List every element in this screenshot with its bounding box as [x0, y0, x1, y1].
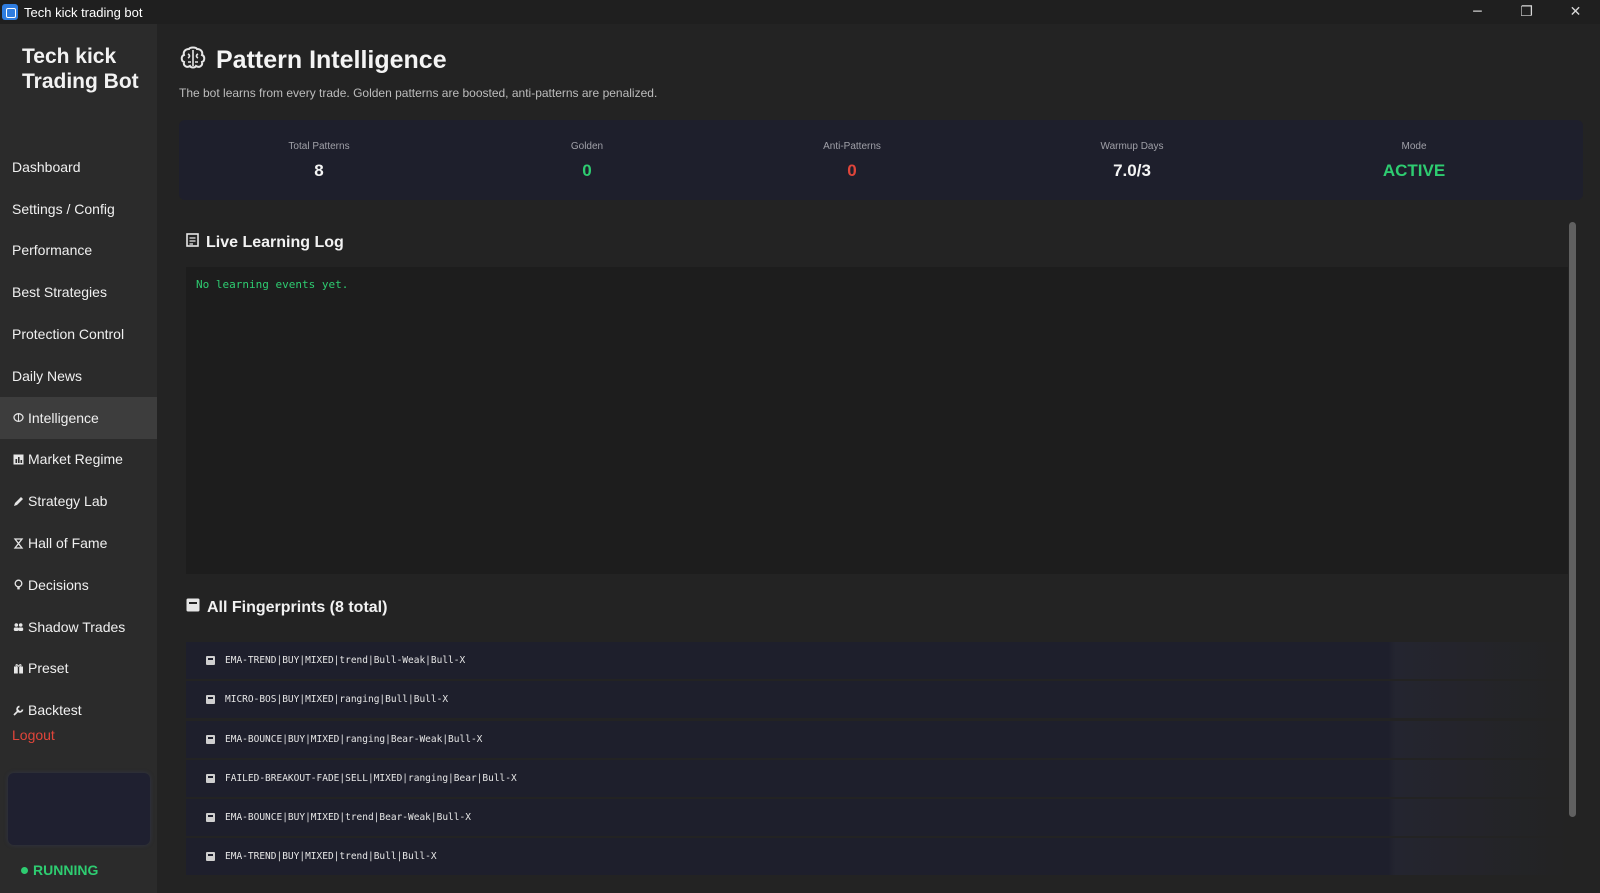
window-controls: ─ ❐ ✕ [1453, 0, 1600, 24]
stat-label: Warmup Days [1100, 141, 1164, 152]
users-icon [12, 621, 24, 633]
stat-label: Anti-Patterns [823, 141, 881, 152]
sidebar-item-market-regime[interactable]: Market Regime [0, 439, 157, 481]
sidebar-item-label: Backtest [28, 702, 82, 719]
fingerprint-row[interactable]: EMA-TREND|BUY|MIXED|trend|Bull-Weak|Bull… [186, 642, 1568, 679]
sidebar-item-label: Shadow Trades [28, 618, 126, 635]
logout-link[interactable]: Logout [12, 727, 55, 743]
learning-log-title: Live Learning Log [206, 233, 344, 251]
stat-value: 0 [582, 161, 592, 180]
brain-icon [179, 44, 207, 77]
page-subtitle: The bot learns from every trade. Golden … [179, 86, 658, 100]
sidebar-item-label: Decisions [28, 576, 89, 593]
sidebar-item-hall-of-fame[interactable]: Hall of Fame [0, 522, 157, 564]
fingerprints-list: EMA-TREND|BUY|MIXED|trend|Bull-Weak|Bull… [186, 642, 1568, 878]
archive-icon [186, 598, 200, 617]
app-icon [2, 4, 18, 20]
main-content: Pattern Intelligence The bot learns from… [157, 24, 1600, 893]
stat-value: 7.0/3 [1113, 161, 1151, 180]
fingerprint-icon [206, 813, 215, 823]
fingerprint-icon [206, 656, 215, 665]
stat-value: 0 [847, 161, 857, 180]
wrench-icon [12, 704, 24, 716]
restore-button[interactable]: ❐ [1502, 0, 1551, 24]
sidebar-item-dashboard[interactable]: Dashboard [0, 146, 157, 188]
sidebar-item-settings-config[interactable]: Settings / Config [0, 188, 157, 230]
minimize-button[interactable]: ─ [1453, 0, 1502, 24]
fingerprint-row[interactable]: EMA-TREND|BUY|MIXED|trend|Bull|Bull-X [186, 838, 1568, 876]
sidebar-nav: Dashboard Settings / Config Performance Bes… [0, 146, 157, 731]
brain-icon [12, 412, 24, 424]
stat-value: 8 [314, 161, 324, 180]
fingerprint-text: FAILED-BREAKOUT-FADE|SELL|MIXED|ranging|… [225, 772, 517, 784]
brand-title: Tech kick Trading Bot [22, 45, 139, 93]
close-button[interactable]: ✕ [1551, 0, 1600, 24]
stat-label: Golden [570, 141, 604, 152]
learning-log-panel: No learning events yet. [186, 267, 1568, 574]
sidebar-item-performance[interactable]: Performance [0, 230, 157, 272]
fingerprints-header: All Fingerprints (8 total) [186, 598, 387, 617]
sidebar-item-protection-control[interactable]: Protection Control [0, 313, 157, 355]
fingerprint-icon [206, 852, 215, 862]
sidebar-item-label: Settings / Config [12, 200, 115, 217]
fingerprint-row[interactable]: MICRO-BOS|BUY|MIXED|ranging|Bull|Bull-X [186, 681, 1568, 719]
status-card [8, 773, 150, 845]
scrollbar-thumb[interactable] [1569, 222, 1576, 817]
stats-panel: Total Patterns 8 Golden 0 Anti-Patterns 0 Warm… [179, 120, 1583, 200]
sidebar-item-label: Performance [12, 242, 93, 259]
sidebar-item-daily-news[interactable]: Daily News [0, 355, 157, 397]
learning-log-empty-text: No learning events yet. [196, 278, 349, 291]
sidebar-item-label: Protection Control [12, 326, 125, 343]
page-title: Pattern Intelligence [216, 46, 447, 74]
sidebar: Tech kick Trading Bot Dashboard Settings … [0, 24, 157, 893]
log-icon [186, 233, 199, 252]
fingerprint-text: EMA-BOUNCE|BUY|MIXED|ranging|Bear-Weak|B… [225, 733, 483, 745]
fingerprint-row[interactable]: FAILED-BREAKOUT-FADE|SELL|MIXED|ranging|… [186, 759, 1568, 797]
window-title: Tech kick trading bot [24, 4, 143, 20]
title-bar: Tech kick trading bot ─ ❐ ✕ [0, 0, 1600, 24]
fingerprint-row[interactable]: EMA-BOUNCE|BUY|MIXED|ranging|Bear-Weak|B… [186, 720, 1568, 758]
sidebar-item-shadow-trades[interactable]: Shadow Trades [0, 606, 157, 648]
stat-value: ACTIVE [1382, 161, 1446, 180]
bar-chart-icon [12, 453, 24, 465]
fingerprint-icon [206, 734, 215, 744]
sidebar-item-strategy-lab[interactable]: Strategy Lab [0, 480, 157, 522]
sidebar-item-label: Preset [28, 660, 69, 677]
sidebar-item-label: Dashboard [12, 158, 81, 175]
sidebar-item-label: Intelligence [28, 409, 99, 426]
running-label: RUNNING [33, 862, 99, 878]
sidebar-item-label: Hall of Fame [28, 535, 108, 552]
stat-label: Total Patterns [288, 141, 350, 152]
bulb-icon [12, 579, 24, 591]
fingerprint-icon [206, 695, 215, 705]
fingerprint-icon [206, 773, 215, 783]
fingerprint-text: EMA-TREND|BUY|MIXED|trend|Bull|Bull-X [225, 851, 437, 863]
status-dot-icon [21, 866, 28, 874]
sidebar-item-label: Strategy Lab [28, 493, 108, 510]
learning-log-header: Live Learning Log [186, 233, 344, 252]
stat-label: Mode [1401, 141, 1427, 152]
sidebar-item-label: Market Regime [28, 451, 123, 468]
sidebar-item-decisions[interactable]: Decisions [0, 564, 157, 606]
fingerprint-text: EMA-BOUNCE|BUY|MIXED|trend|Bear-Weak|Bul… [225, 812, 471, 824]
fingerprint-row[interactable]: EMA-BOUNCE|BUY|MIXED|trend|Bear-Weak|Bul… [186, 799, 1568, 837]
hourglass-icon [12, 537, 24, 549]
sidebar-item-label: Daily News [12, 367, 83, 384]
gift-icon [12, 662, 24, 674]
sidebar-item-preset[interactable]: Preset [0, 648, 157, 690]
sidebar-item-intelligence[interactable]: Intelligence [0, 396, 157, 439]
pencil-icon [12, 495, 24, 507]
page-header: Pattern Intelligence [179, 44, 447, 77]
sidebar-item-backtest[interactable]: Backtest [0, 689, 157, 731]
running-status: RUNNING [21, 862, 98, 878]
sidebar-item-label: Best Strategies [12, 284, 107, 301]
fingerprint-text: MICRO-BOS|BUY|MIXED|ranging|Bull|Bull-X [225, 694, 449, 706]
fingerprints-title: All Fingerprints (8 total) [207, 598, 388, 616]
fingerprint-text: EMA-TREND|BUY|MIXED|trend|Bull-Weak|Bull… [225, 655, 466, 666]
sidebar-item-best-strategies[interactable]: Best Strategies [0, 271, 157, 313]
